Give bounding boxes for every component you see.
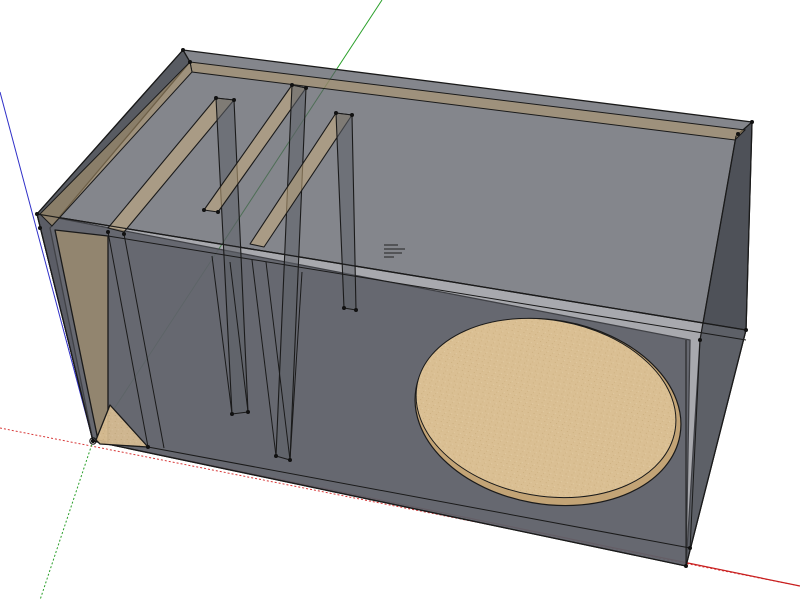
modeling-viewport[interactable] — [0, 0, 800, 600]
enclosure-model[interactable] — [0, 0, 800, 600]
left-inner-wood-strip — [54, 229, 109, 443]
green-axis-dotted — [39, 440, 94, 600]
